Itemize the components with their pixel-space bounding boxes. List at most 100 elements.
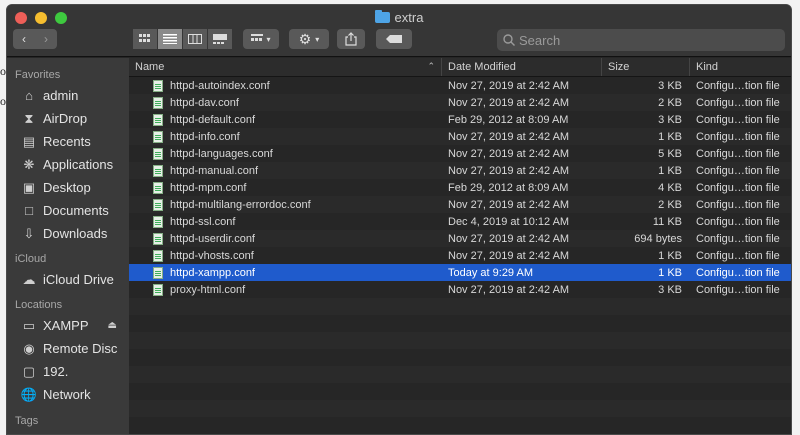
file-name-cell: httpd-xampp.conf bbox=[129, 264, 442, 281]
file-size: 694 bytes bbox=[634, 232, 682, 245]
file-row[interactable]: httpd-mpm.conf Feb 29, 2012 at 8:09 AM 4 K… bbox=[129, 179, 791, 196]
file-row[interactable]: httpd-userdir.conf Nov 27, 2019 at 2:42 A… bbox=[129, 230, 791, 247]
view-switcher bbox=[133, 29, 232, 49]
list-view-button[interactable] bbox=[158, 29, 182, 49]
sidebar-item-label: Documents bbox=[43, 203, 109, 218]
tags-button[interactable] bbox=[376, 29, 412, 49]
sidebar-section-tags: Tags bbox=[15, 415, 39, 427]
column-header-label: Size bbox=[608, 61, 630, 73]
column-header-label: Name bbox=[135, 61, 165, 73]
sidebar-item-icloud-drive[interactable]: ☁ iCloud Drive bbox=[7, 268, 129, 291]
column-header-date[interactable]: Date Modified bbox=[442, 58, 602, 76]
sidebar-item-xampp[interactable]: ▭ XAMPP ⏏ bbox=[7, 314, 129, 337]
share-button[interactable] bbox=[337, 29, 365, 49]
back-button[interactable]: ‹ bbox=[22, 32, 26, 46]
search-icon bbox=[503, 34, 515, 46]
window-title: extra bbox=[7, 10, 791, 25]
file-row[interactable]: httpd-xampp.conf Today at 9:29 AM 1 KB Conf… bbox=[129, 264, 791, 281]
sidebar-item-network[interactable]: 🌐 Network bbox=[7, 383, 129, 406]
chevron-down-icon: ▾ bbox=[315, 34, 320, 44]
sidebar-item-desktop[interactable]: ▣ Desktop bbox=[7, 176, 129, 199]
file-date: Nov 27, 2019 at 2:42 AM bbox=[448, 164, 570, 177]
sidebar-item-label: XAMPP bbox=[43, 318, 89, 333]
file-name: httpd-multilang-errordoc.conf bbox=[170, 198, 311, 211]
file-date: Nov 27, 2019 at 2:42 AM bbox=[448, 283, 570, 296]
sidebar-item-admin[interactable]: ⌂ admin bbox=[7, 84, 129, 107]
column-header-size[interactable]: Size bbox=[602, 58, 690, 76]
eject-icon[interactable]: ⏏ bbox=[108, 320, 117, 331]
list-icon bbox=[163, 34, 177, 44]
action-menu-button[interactable]: ⚙ ▾ bbox=[289, 29, 329, 49]
gallery-view-button[interactable] bbox=[208, 29, 232, 49]
conf-file-icon bbox=[153, 130, 163, 143]
file-row[interactable]: httpd-dav.conf Nov 27, 2019 at 2:42 AM 2 K… bbox=[129, 94, 791, 111]
sidebar-item-downloads[interactable]: ⇩ Downloads bbox=[7, 222, 129, 245]
file-name: httpd-vhosts.conf bbox=[170, 249, 254, 262]
file-name: httpd-userdir.conf bbox=[170, 232, 255, 245]
file-date: Nov 27, 2019 at 2:42 AM bbox=[448, 96, 570, 109]
conf-file-icon bbox=[153, 79, 163, 92]
sidebar-item-label: Remote Disc bbox=[43, 341, 118, 356]
file-name-cell: httpd-mpm.conf bbox=[129, 179, 442, 196]
remote-disc-icon: ◉ bbox=[23, 340, 35, 356]
file-name-cell: httpd-multilang-errordoc.conf bbox=[129, 196, 442, 213]
file-row[interactable]: httpd-default.conf Feb 29, 2012 at 8:09 A… bbox=[129, 111, 791, 128]
sidebar-section-favorites: Favorites bbox=[15, 69, 61, 81]
file-date: Feb 29, 2012 at 8:09 AM bbox=[448, 113, 569, 126]
sidebar-item-label: iCloud Drive bbox=[43, 272, 114, 287]
column-view-button[interactable] bbox=[183, 29, 207, 49]
cloud-icon: ☁ bbox=[22, 271, 36, 287]
file-kind: Configu…tion file bbox=[696, 283, 780, 296]
search-field[interactable] bbox=[497, 29, 785, 51]
sidebar-item-label: Network bbox=[43, 387, 91, 402]
file-date: Nov 27, 2019 at 2:42 AM bbox=[448, 130, 570, 143]
file-kind: Configu…tion file bbox=[696, 113, 780, 126]
empty-row bbox=[129, 366, 791, 383]
file-name: httpd-mpm.conf bbox=[170, 181, 247, 194]
sidebar-item-recents[interactable]: ▤ Recents bbox=[7, 130, 129, 153]
column-header-kind[interactable]: Kind bbox=[690, 58, 791, 76]
file-size: 3 KB bbox=[658, 113, 682, 126]
sidebar-item-applications[interactable]: ❋ Applications bbox=[7, 153, 129, 176]
file-date: Nov 27, 2019 at 2:42 AM bbox=[448, 232, 570, 245]
file-row[interactable]: httpd-multilang-errordoc.conf Nov 27, 201… bbox=[129, 196, 791, 213]
file-row[interactable]: httpd-ssl.conf Dec 4, 2019 at 10:12 AM 11 … bbox=[129, 213, 791, 230]
group-by-button[interactable]: ▾ bbox=[243, 29, 279, 49]
file-size: 2 KB bbox=[658, 96, 682, 109]
file-name-cell: httpd-userdir.conf bbox=[129, 230, 442, 247]
conf-file-icon bbox=[153, 147, 163, 160]
file-kind: Configu…tion file bbox=[696, 130, 780, 143]
downloads-icon: ⇩ bbox=[23, 225, 35, 241]
file-row[interactable]: httpd-info.conf Nov 27, 2019 at 2:42 AM 1 … bbox=[129, 128, 791, 145]
empty-row bbox=[129, 332, 791, 349]
sidebar-item-remote-disc[interactable]: ◉ Remote Disc bbox=[7, 337, 129, 360]
sidebar-item-airdrop[interactable]: ⧗ AirDrop bbox=[7, 107, 129, 130]
sidebar-item-documents[interactable]: □ Documents bbox=[7, 199, 129, 222]
file-row[interactable]: httpd-languages.conf Nov 27, 2019 at 2:42… bbox=[129, 145, 791, 162]
conf-file-icon bbox=[153, 249, 163, 262]
forward-button[interactable]: › bbox=[44, 32, 48, 46]
file-row[interactable]: httpd-manual.conf Nov 27, 2019 at 2:42 AM… bbox=[129, 162, 791, 179]
grid-icon bbox=[139, 34, 150, 42]
file-row[interactable]: httpd-vhosts.conf Nov 27, 2019 at 2:42 AM… bbox=[129, 247, 791, 264]
search-input[interactable] bbox=[519, 32, 769, 48]
file-name-cell: httpd-info.conf bbox=[129, 128, 442, 145]
column-header-name[interactable]: Name ⌃ bbox=[129, 58, 442, 76]
file-rows: httpd-autoindex.conf Nov 27, 2019 at 2:42… bbox=[129, 77, 791, 434]
icon-view-button[interactable] bbox=[133, 29, 157, 49]
file-row[interactable]: proxy-html.conf Nov 27, 2019 at 2:42 AM 3 … bbox=[129, 281, 791, 298]
empty-row bbox=[129, 417, 791, 434]
file-size: 4 KB bbox=[658, 181, 682, 194]
file-date: Feb 29, 2012 at 8:09 AM bbox=[448, 181, 569, 194]
file-date: Nov 27, 2019 at 2:42 AM bbox=[448, 79, 570, 92]
columns-icon bbox=[188, 34, 202, 44]
window-title-text: extra bbox=[394, 10, 424, 25]
file-kind: Configu…tion file bbox=[696, 215, 780, 228]
sort-chevron-icon: ⌃ bbox=[427, 61, 435, 71]
file-row[interactable]: httpd-autoindex.conf Nov 27, 2019 at 2:42… bbox=[129, 77, 791, 94]
file-name: httpd-languages.conf bbox=[170, 147, 273, 160]
file-name: httpd-xampp.conf bbox=[170, 266, 255, 279]
sidebar-item-server[interactable]: ▢ 192. bbox=[7, 360, 129, 383]
sidebar-item-label: Applications bbox=[43, 157, 114, 172]
sidebar-item-label: Recents bbox=[43, 134, 91, 149]
